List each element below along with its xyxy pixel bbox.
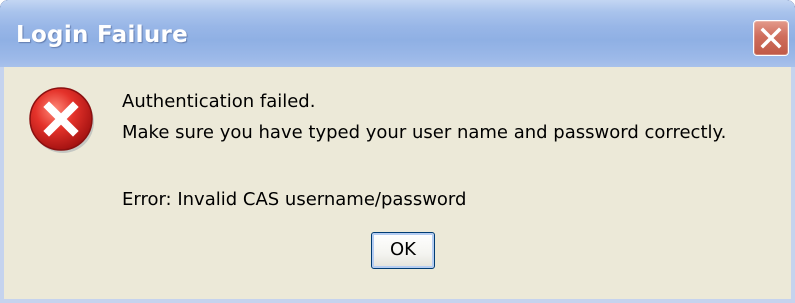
message-line-2: Make sure you have typed your user name … (122, 122, 727, 143)
error-icon (29, 87, 94, 153)
login-failure-dialog: Login Failure Authentication failed. Mak… (0, 0, 795, 303)
window-frame-bottom (0, 299, 795, 303)
message-line-1: Authentication failed. (122, 91, 316, 112)
window-title: Login Failure (16, 22, 189, 48)
ok-button[interactable]: OK (371, 232, 435, 269)
title-bar[interactable]: Login Failure (0, 0, 795, 67)
close-icon (760, 27, 782, 49)
dialog-body: Authentication failed. Make sure you hav… (4, 67, 791, 299)
error-detail: Error: Invalid CAS username/password (122, 189, 467, 210)
close-button[interactable] (753, 20, 789, 56)
window-frame-right (791, 67, 795, 303)
